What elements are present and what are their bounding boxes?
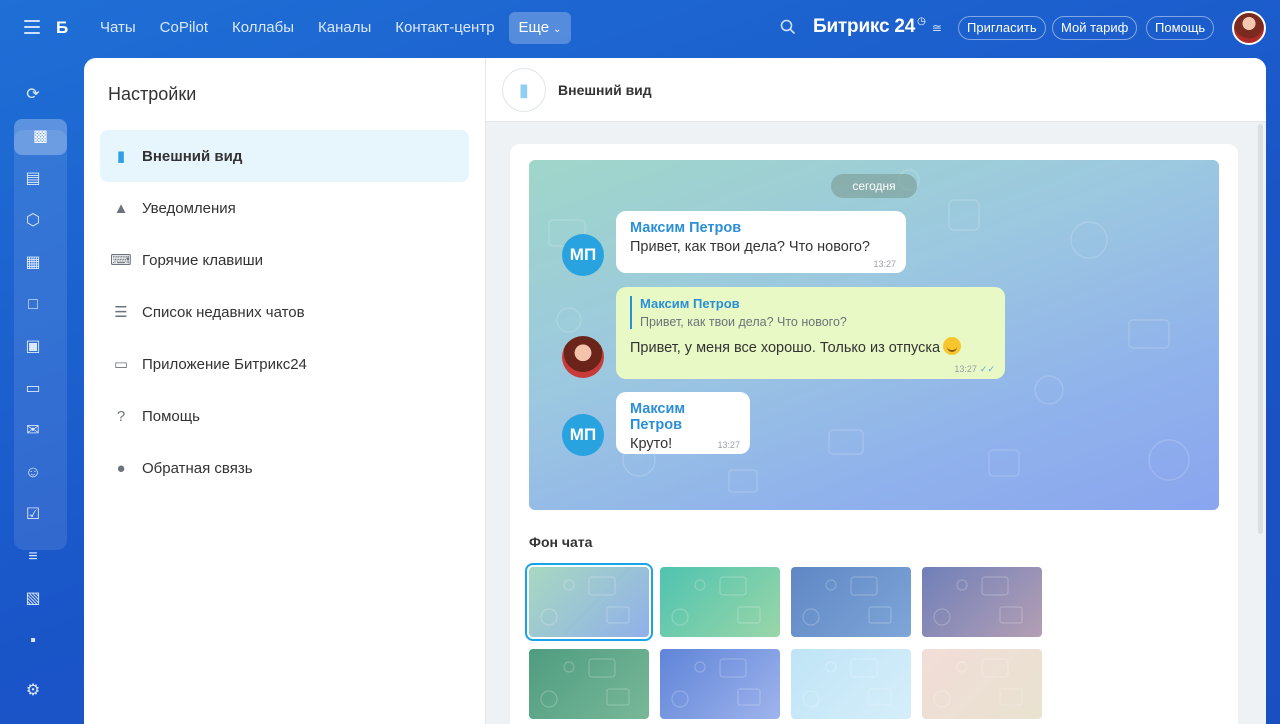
nav-more-label: Еще	[518, 19, 550, 36]
speech-bubble-icon: ●	[116, 459, 126, 477]
settings-title: Настройки	[108, 84, 197, 104]
brush-icon: ▮	[116, 148, 126, 165]
brush-icon: ▮	[502, 68, 546, 112]
message-text: Привет, у меня все хорошо. Только из отп…	[630, 340, 941, 356]
invite-button[interactable]: Пригласить	[958, 16, 1046, 40]
feed-icon[interactable]: ▤	[23, 169, 43, 189]
background-swatch[interactable]	[660, 567, 780, 637]
quote-block: Максим Петров Привет, как твои дела? Что…	[630, 296, 991, 329]
hexagon-icon[interactable]: ⬡	[23, 211, 43, 231]
menu-label: Уведомления	[142, 199, 236, 217]
filter-icon[interactable]: ≡	[23, 547, 43, 567]
user-avatar[interactable]	[1232, 11, 1266, 45]
menu-item-desktop-app[interactable]: ▭ Приложение Битрикс24	[100, 338, 469, 390]
appearance-card: сегодня МП Максим Петров Привет, как тво…	[510, 144, 1238, 724]
monitor-icon: ▭	[113, 356, 129, 373]
background-swatch[interactable]	[922, 567, 1042, 637]
menu-label: Горячие клавиши	[142, 251, 264, 269]
settings-panel: Настройки ▮ Внешний вид ▲ Уведомления ⌨ …	[84, 58, 485, 724]
background-swatch[interactable]	[791, 649, 911, 719]
background-swatch[interactable]	[791, 567, 911, 637]
menu-item-feedback[interactable]: ● Обратная связь	[100, 442, 469, 494]
brand-letter[interactable]: Б	[56, 18, 68, 38]
message-bubble: Максим Петров Привет, как твои дела? Что…	[616, 211, 906, 273]
message-bubble: Максим Петров Круто! 13:27	[616, 392, 750, 454]
tariff-button[interactable]: Мой тариф	[1052, 16, 1138, 40]
left-rail: ⟳ ▩ ▤ ⬡ ▦ □ ▣ ▭ ✉ ☺ ☑ ≡ ▧ ▪ ⚙	[0, 56, 68, 724]
message-time: 13:27	[873, 259, 896, 269]
menu-label: Список недавних чатов	[142, 303, 305, 321]
nav-chats[interactable]: Чаты	[88, 12, 148, 44]
bot-icon[interactable]: ⟳	[23, 85, 43, 105]
background-swatch[interactable]	[922, 649, 1042, 719]
keyboard-icon: ⌨	[110, 252, 132, 269]
message-text-row: Привет, у меня все хорошо. Только из отп…	[630, 337, 991, 356]
message-time: 13:27	[954, 364, 977, 374]
menu-label: Помощь	[142, 407, 200, 425]
content-area: ▮ Внешний вид сегодня МП Максим Петров П…	[485, 58, 1266, 724]
logo-text: Битрикс 24	[813, 16, 916, 37]
quote-text: Привет, как твои дела? Что нового?	[640, 315, 847, 329]
question-icon: ?	[116, 407, 126, 425]
calendar-icon[interactable]: ▦	[23, 253, 43, 273]
background-swatch[interactable]	[660, 649, 780, 719]
message-text: Привет, как твои дела? Что нового?	[630, 239, 870, 255]
mail-icon[interactable]: ✉	[23, 421, 43, 441]
bell-icon: ▲	[113, 199, 129, 217]
message-time: 13:27	[717, 440, 740, 450]
background-swatch[interactable]	[529, 649, 649, 719]
background-swatch[interactable]	[525, 563, 653, 641]
nav-more-button[interactable]: Еще ⌄	[508, 12, 572, 44]
message-author: Максим Петров	[630, 401, 686, 433]
settings-icon[interactable]: ⚙	[23, 681, 43, 701]
chevron-down-icon: ⌄	[553, 24, 562, 35]
content-header: ▮ Внешний вид	[486, 58, 1266, 122]
double-check-icon: ✓✓	[979, 364, 995, 374]
message-status: 13:27 ✓✓	[954, 364, 995, 375]
scrollbar[interactable]	[1258, 124, 1263, 534]
nav-channels[interactable]: Каналы	[306, 12, 383, 44]
avatar: МП	[562, 234, 604, 276]
nav-copilot[interactable]: CoPilot	[148, 12, 220, 44]
message-bubble-own: Максим Петров Привет, как твои дела? Что…	[616, 287, 1005, 379]
menu-icon[interactable]	[24, 20, 40, 34]
people-icon[interactable]: ☺	[23, 463, 43, 483]
chat-background-title: Фон чата	[529, 534, 593, 550]
bitrix-logo[interactable]: Битрикс 24 ◷ ≅	[813, 16, 942, 38]
planner-icon[interactable]: ▧	[23, 589, 43, 609]
nav-contact-center[interactable]: Контакт-центр	[383, 12, 506, 44]
menu-label: Обратная связь	[142, 459, 253, 477]
menu-item-notifications[interactable]: ▲ Уведомления	[100, 182, 469, 234]
nav-collabs[interactable]: Коллабы	[220, 12, 306, 44]
menu-item-appearance[interactable]: ▮ Внешний вид	[100, 130, 469, 182]
message-author: Максим Петров	[630, 220, 742, 236]
menu-label: Внешний вид	[142, 147, 243, 165]
smile-emoji-icon	[943, 337, 962, 355]
tasks-icon[interactable]: ☑	[23, 505, 43, 525]
menu-label: Приложение Битрикс24	[142, 355, 307, 373]
help-button[interactable]: Помощь	[1146, 16, 1215, 40]
list-icon: ☰	[114, 304, 128, 321]
clock-icon: ◷	[917, 16, 926, 27]
search-icon[interactable]	[780, 19, 796, 35]
top-nav: Чаты CoPilot Коллабы Каналы Контакт-цент…	[88, 12, 572, 44]
board-icon[interactable]: ▣	[23, 337, 43, 357]
sliders-icon[interactable]: ≅	[932, 21, 942, 35]
store-icon[interactable]: ▪	[23, 631, 43, 651]
my-avatar	[562, 336, 604, 378]
menu-item-hotkeys[interactable]: ⌨ Горячие клавиши	[100, 234, 469, 286]
document-icon[interactable]: □	[23, 295, 43, 315]
date-divider: сегодня	[831, 174, 917, 198]
menu-item-recent-chats[interactable]: ☰ Список недавних чатов	[100, 286, 469, 338]
avatar: МП	[562, 414, 604, 456]
card-icon[interactable]: ▭	[23, 379, 43, 399]
content-title: Внешний вид	[558, 82, 652, 98]
chat-icon[interactable]: ▩	[14, 119, 67, 155]
top-bar: Б Чаты CoPilot Коллабы Каналы Контакт-це…	[0, 0, 1280, 56]
chat-preview: сегодня МП Максим Петров Привет, как тво…	[529, 160, 1219, 510]
quote-author: Максим Петров	[640, 296, 740, 311]
menu-item-help[interactable]: ? Помощь	[100, 390, 469, 442]
